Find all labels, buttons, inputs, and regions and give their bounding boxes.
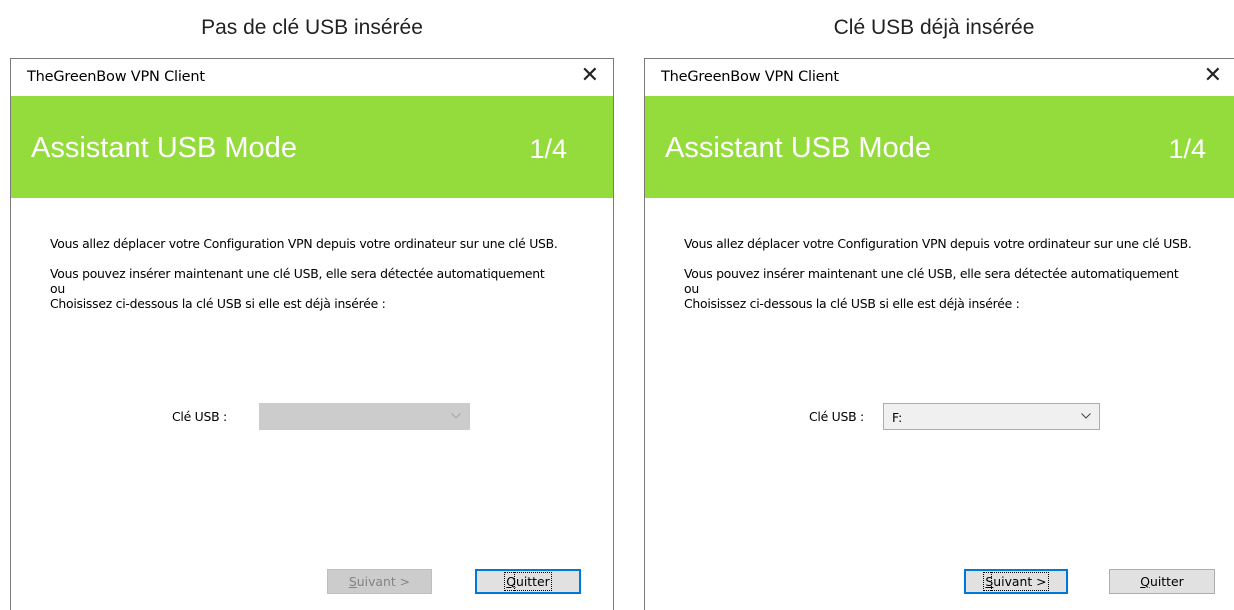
banner-title: Assistant USB Mode [31,132,297,164]
step-indicator: 1/4 [529,134,567,164]
close-icon[interactable]: ✕ [581,65,599,87]
quit-button[interactable]: Quitter [1109,569,1215,594]
usb-key-label: Clé USB : [172,409,227,424]
chevron-down-icon [1081,413,1091,419]
next-button[interactable]: Suivant > [964,569,1068,594]
step-indicator: 1/4 [1168,134,1206,164]
usb-key-label: Clé USB : [809,409,864,424]
instruction-paragraph-2: Vous pouvez insérer maintenant une clé U… [684,266,1204,311]
wizard-banner: Assistant USB Mode 1/4 [11,96,613,198]
instruction-paragraph-1: Vous allez déplacer votre Configuration … [50,236,558,251]
instruction-line-choose: Choisissez ci-dessous la clé USB si elle… [50,296,386,311]
instructions: Vous allez déplacer votre Configuration … [50,236,570,311]
title-bar: TheGreenBow VPN Client ✕ [645,59,1234,97]
caption-no-usb: Pas de clé USB insérée [201,16,423,39]
next-button[interactable]: Suivant > [327,569,432,594]
window-title: TheGreenBow VPN Client [27,69,205,85]
usb-key-select[interactable] [259,403,470,430]
wizard-window-no-usb: TheGreenBow VPN Client ✕ Assistant USB M… [10,58,614,610]
instructions: Vous allez déplacer votre Configuration … [684,236,1204,311]
instruction-paragraph-1: Vous allez déplacer votre Configuration … [684,236,1192,251]
close-icon[interactable]: ✕ [1204,65,1222,87]
instruction-line-insert: Vous pouvez insérer maintenant une clé U… [684,266,1179,281]
window-title: TheGreenBow VPN Client [661,69,839,85]
banner-title: Assistant USB Mode [665,132,931,164]
instruction-line-insert: Vous pouvez insérer maintenant une clé U… [50,266,545,281]
instruction-line-choose: Choisissez ci-dessous la clé USB si elle… [684,296,1020,311]
wizard-window-usb-inserted: TheGreenBow VPN Client ✕ Assistant USB M… [644,58,1234,610]
chevron-down-icon [451,413,461,419]
usb-key-value: F: [892,410,903,425]
instruction-line-or: ou [684,281,699,296]
usb-key-select[interactable]: F: [883,403,1100,430]
instruction-line-or: ou [50,281,65,296]
caption-usb-inserted: Clé USB déjà insérée [833,16,1035,39]
wizard-banner: Assistant USB Mode 1/4 [645,96,1234,198]
title-bar: TheGreenBow VPN Client ✕ [11,59,613,97]
instruction-paragraph-2: Vous pouvez insérer maintenant une clé U… [50,266,570,311]
quit-button[interactable]: Quitter [475,569,581,594]
